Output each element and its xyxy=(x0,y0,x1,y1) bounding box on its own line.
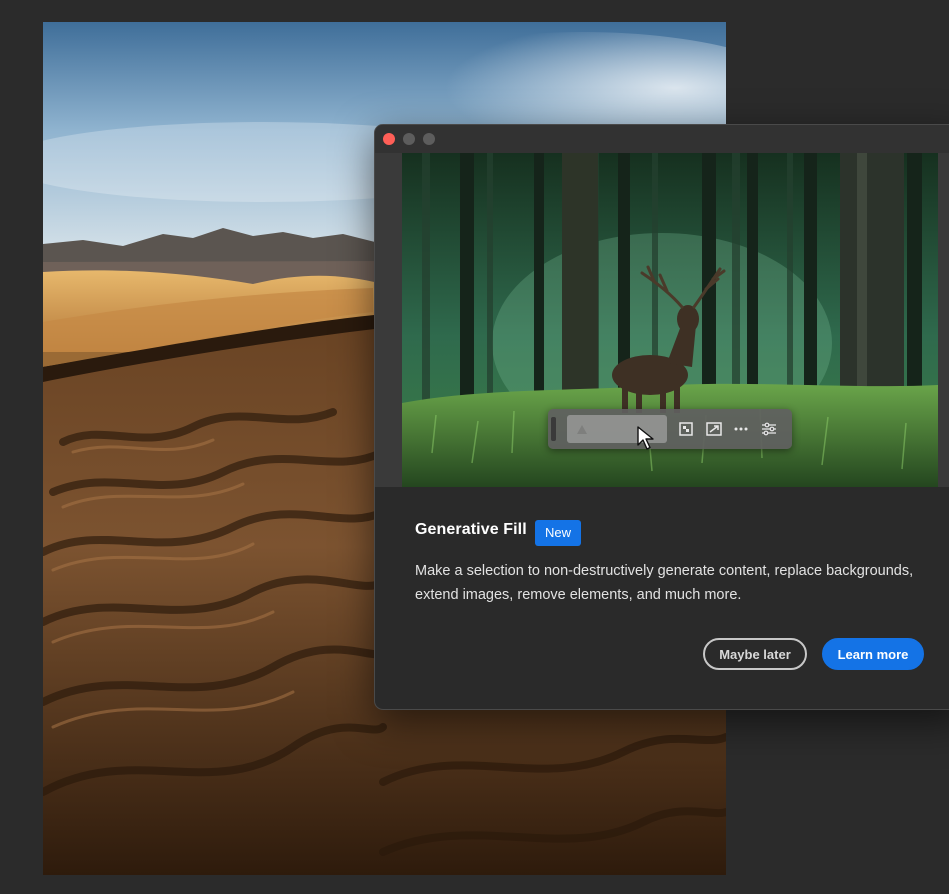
new-badge: New xyxy=(535,520,582,546)
minimize-window-button[interactable] xyxy=(403,133,415,145)
maybe-later-button[interactable]: Maybe later xyxy=(703,638,807,670)
feature-description: Make a selection to non-destructively ge… xyxy=(415,563,914,603)
more-options-icon[interactable] xyxy=(731,419,751,439)
adjustments-icon[interactable] xyxy=(759,419,779,439)
generative-fill-icon[interactable] xyxy=(676,419,696,439)
contextual-taskbar xyxy=(548,409,792,450)
whats-new-dialog: Generative Fill New Make a selection to … xyxy=(374,124,949,710)
expand-image-icon[interactable] xyxy=(704,419,724,439)
maximize-window-button[interactable] xyxy=(423,133,435,145)
forest-stag-photo xyxy=(402,153,938,487)
learn-more-button[interactable]: Learn more xyxy=(822,638,924,670)
drag-handle[interactable] xyxy=(551,417,556,441)
dialog-titlebar xyxy=(375,125,949,153)
mouse-cursor-icon xyxy=(637,426,654,450)
placeholder-icon xyxy=(577,425,587,434)
close-window-button[interactable] xyxy=(383,133,395,145)
feature-title: Generative Fill xyxy=(415,521,527,538)
feature-preview xyxy=(375,153,949,487)
